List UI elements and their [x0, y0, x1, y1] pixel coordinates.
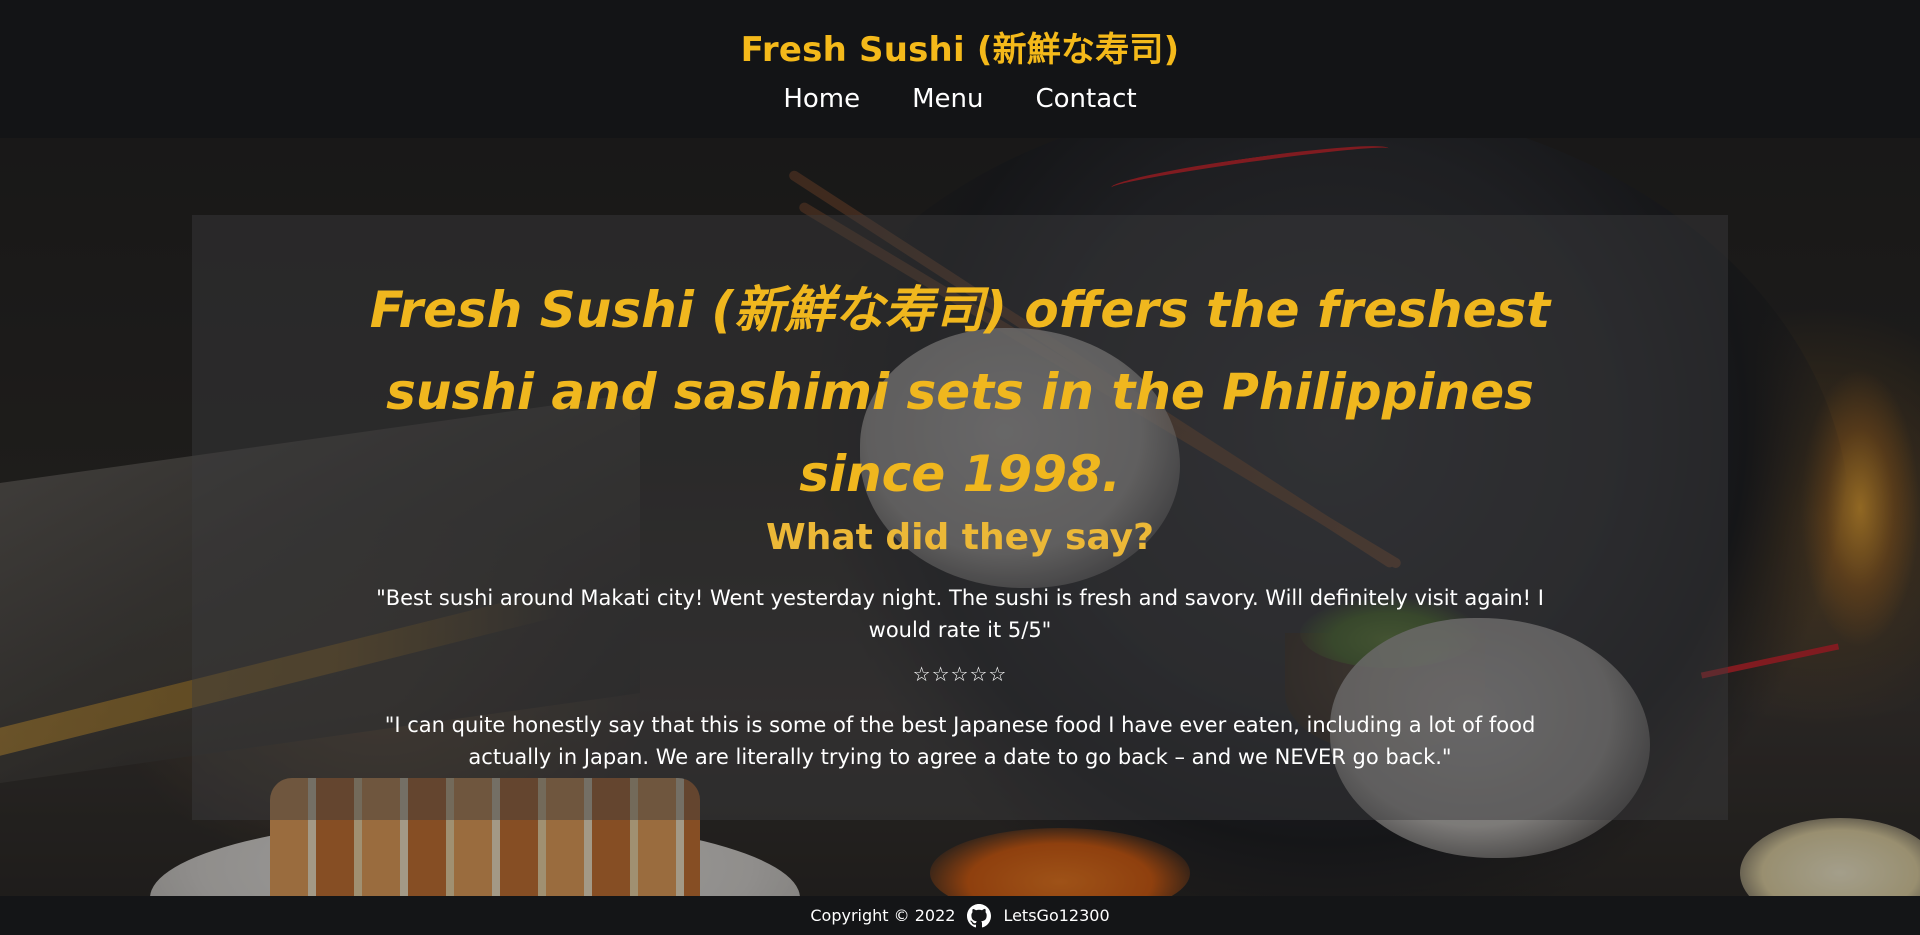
brand-title: Fresh Sushi (新鮮な寿司) — [740, 30, 1180, 70]
hero-overlay-panel: Fresh Sushi (新鮮な寿司) offers the freshest … — [192, 215, 1728, 820]
site-footer: Copyright © 2022 LetsGo12300 — [0, 896, 1920, 935]
reviews-heading: What did they say? — [765, 517, 1154, 558]
github-icon[interactable] — [967, 903, 992, 928]
main-nav: Home Menu Contact — [0, 84, 1920, 114]
github-username-link[interactable]: LetsGo12300 — [1003, 906, 1109, 925]
site-header: Fresh Sushi (新鮮な寿司) Home Menu Contact — [0, 0, 1920, 138]
review-quote: "I can quite honestly say that this is s… — [384, 713, 1536, 769]
hero-tagline: Fresh Sushi (新鮮な寿司) offers the freshest … — [369, 281, 1551, 503]
nav-menu-link[interactable]: Menu — [912, 84, 983, 114]
hero-section: Fresh Sushi (新鮮な寿司) offers the freshest … — [0, 138, 1920, 896]
review-quote: "Best sushi around Makati city! Went yes… — [376, 586, 1544, 642]
nav-home-link[interactable]: Home — [783, 84, 860, 114]
star-rating: ☆☆☆☆☆ — [912, 662, 1008, 686]
copyright-text: Copyright © 2022 — [810, 906, 956, 925]
nav-contact-link[interactable]: Contact — [1036, 84, 1137, 114]
